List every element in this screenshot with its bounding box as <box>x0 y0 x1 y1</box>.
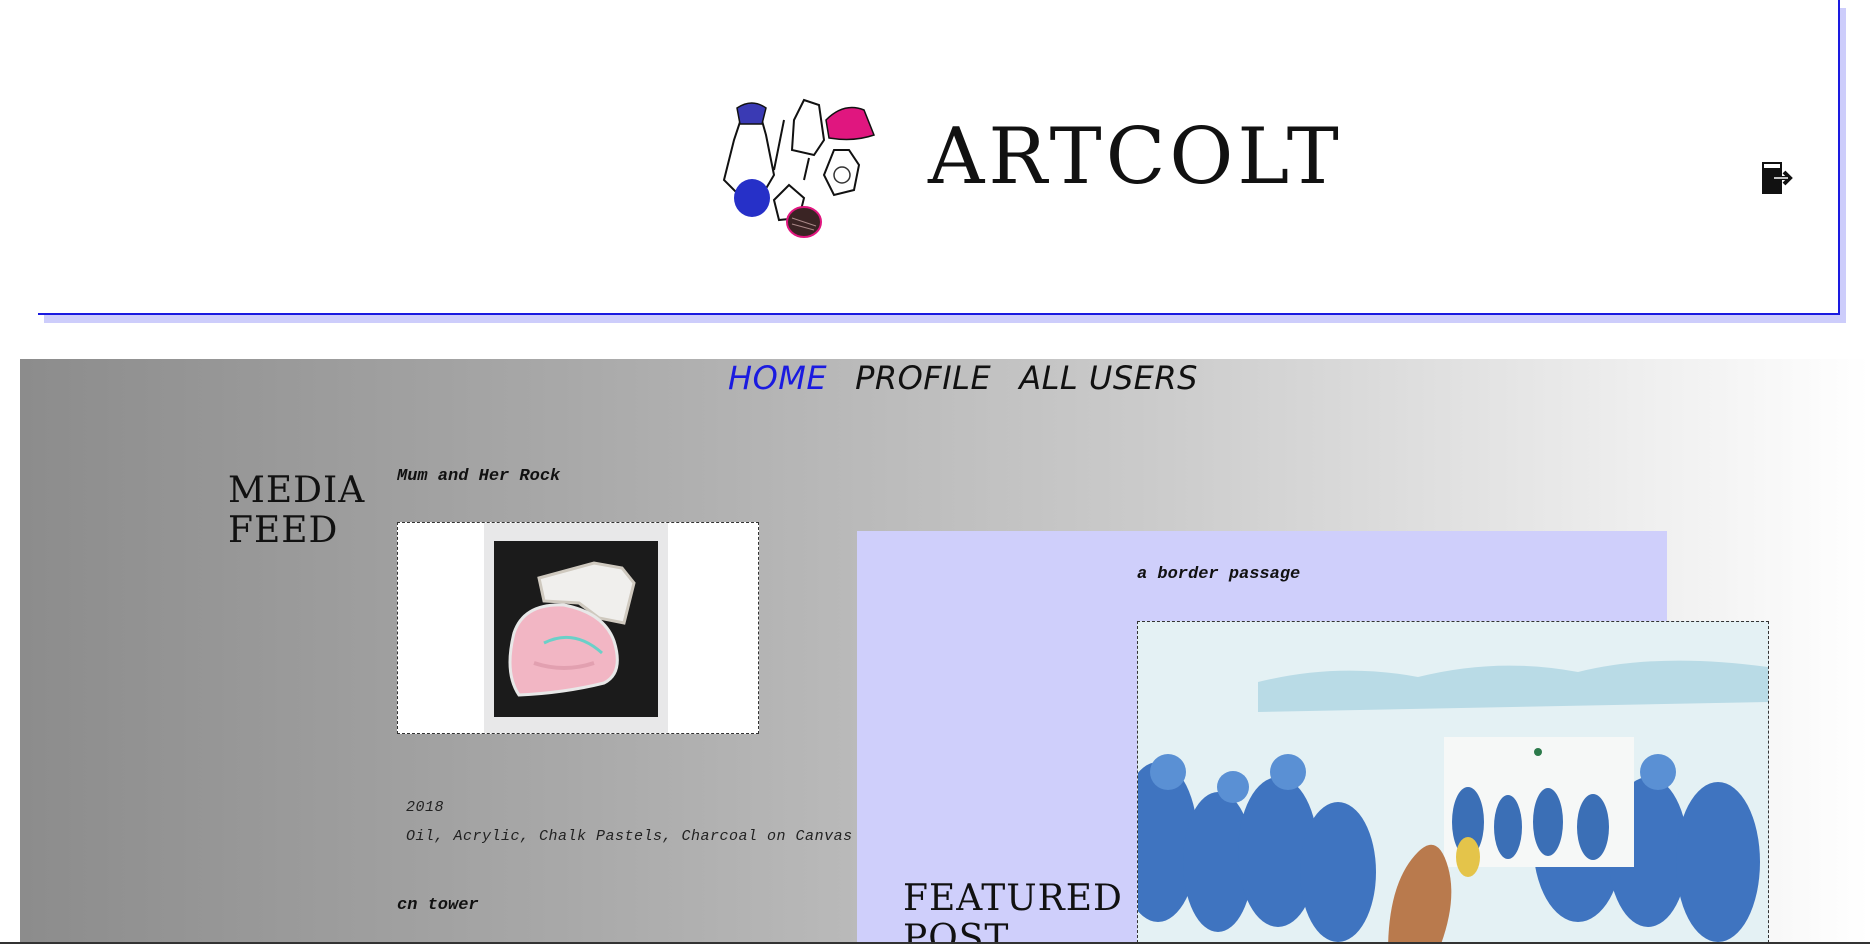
media-feed-title: MEDIA FEED <box>228 470 366 551</box>
post-medium: Oil, Acrylic, Chalk Pastels, Charcoal on… <box>406 828 853 845</box>
nav-profile[interactable]: PROFILE <box>855 359 991 397</box>
featured-image-frame[interactable] <box>1137 621 1769 944</box>
featured-photo-image[interactable] <box>1138 622 1768 944</box>
nav-all-users[interactable]: ALL USERS <box>1019 359 1198 397</box>
post-title[interactable]: cn tower <box>397 896 479 915</box>
logout-icon[interactable] <box>1760 160 1794 196</box>
site-header: ARTCOLT <box>38 0 1840 315</box>
nav-home[interactable]: HOME <box>728 359 827 397</box>
brand-title: ARTCOLT <box>928 112 1343 202</box>
featured-post-title[interactable]: a border passage <box>1137 565 1300 584</box>
post-year: 2018 <box>406 799 445 816</box>
main-nav: HOME PROFILE ALL USERS <box>728 359 1198 397</box>
main-content: HOME PROFILE ALL USERS MEDIA FEED Mum an… <box>20 359 1870 944</box>
artwork-image[interactable] <box>484 523 668 733</box>
artcolt-logo-icon[interactable] <box>704 80 904 245</box>
featured-title: FEATURED POST <box>903 878 1123 944</box>
post-title[interactable]: Mum and Her Rock <box>397 467 560 486</box>
post-image-frame[interactable] <box>397 522 759 734</box>
